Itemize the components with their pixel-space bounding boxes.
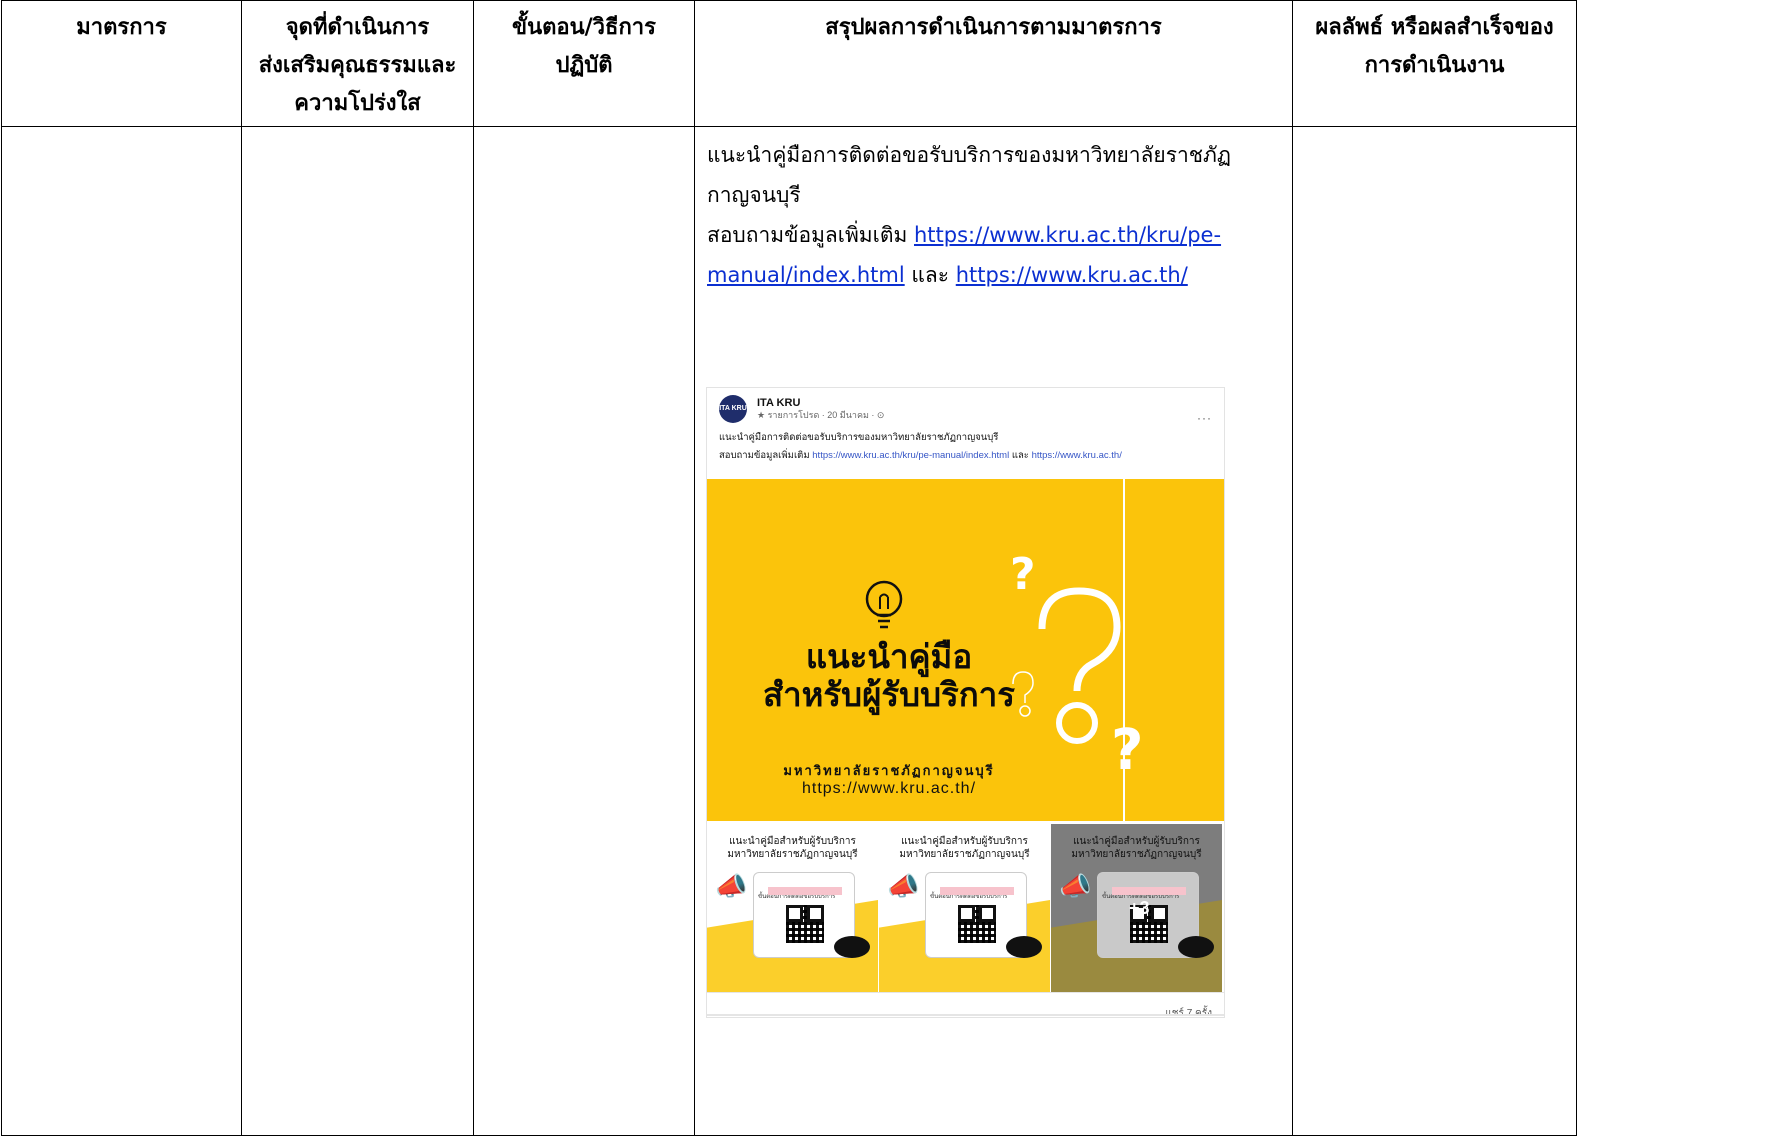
megaphone-icon: 📣	[715, 871, 748, 901]
cell-result	[1292, 126, 1577, 1136]
question-marks-decoration: ? ?	[1010, 549, 1143, 783]
header-result: ผลลัพธ์ หรือผลสำเร็จของ การดำเนินงาน	[1292, 0, 1577, 127]
thumbnail-1[interactable]: แนะนำคู่มือสำหรับผู้รับบริการ มหาวิทยาลั…	[707, 824, 878, 992]
summary-more-info: สอบถามข้อมูลเพิ่มเติม https://www.kru.ac…	[707, 223, 1222, 247]
megaphone-icon: 📣	[887, 871, 920, 901]
facebook-post-screenshot: ITA KRU ITA KRU ★ รายการโปรด · 20 มีนาคม…	[706, 387, 1225, 1018]
post-meta: ★ รายการโปรด · 20 มีนาคม · ⊙	[757, 410, 885, 420]
manual-link-cont[interactable]: manual/index.html	[707, 263, 905, 287]
post-header: ITA KRU ITA KRU ★ รายการโปรด · 20 มีนาคม…	[707, 388, 1224, 476]
header-summary: สรุปผลการดำเนินการตามมาตรการ	[694, 0, 1293, 127]
more-options-icon: ···	[1197, 411, 1212, 425]
header-location: จุดที่ดำเนินการ ส่งเสริมคุณธรรมและ ความโ…	[241, 0, 474, 127]
svg-text:?: ?	[1010, 549, 1036, 600]
page-avatar: ITA KRU	[719, 395, 747, 423]
header-row: มาตรการ จุดที่ดำเนินการ ส่งเสริมคุณธรรมแ…	[1, 0, 1577, 127]
qr-code	[786, 905, 824, 943]
megaphone-icon: 📣	[1059, 871, 1092, 901]
post-banner-image: แนะนำคู่มือ สำหรับผู้รับบริการ มหาวิทยาล…	[707, 479, 1224, 821]
more-photos-overlay: +3	[1129, 898, 1150, 918]
homepage-link[interactable]: https://www.kru.ac.th/	[956, 263, 1188, 287]
header-measure: มาตรการ	[1, 0, 242, 127]
summary-links-line: manual/index.html และ https://www.kru.ac…	[707, 263, 1188, 287]
svg-text:?: ?	[1111, 718, 1143, 783]
post-caption-links: สอบถามข้อมูลเพิ่มเติม https://www.kru.ac…	[719, 450, 1122, 461]
post-caption: แนะนำคู่มือการติดต่อขอรับบริการของมหาวิท…	[719, 432, 999, 443]
cell-summary: แนะนำคู่มือการติดต่อขอรับบริการของมหาวิท…	[694, 126, 1293, 1136]
thumbnail-3[interactable]: แนะนำคู่มือสำหรับผู้รับบริการ มหาวิทยาลั…	[1051, 824, 1222, 992]
document-table: มาตรการ จุดที่ดำเนินการ ส่งเสริมคุณธรรมแ…	[1, 0, 1577, 1136]
cell-measure	[1, 126, 242, 1136]
thumbnail-2[interactable]: แนะนำคู่มือสำหรับผู้รับบริการ มหาวิทยาลั…	[879, 824, 1050, 992]
body-row: แนะนำคู่มือการติดต่อขอรับบริการของมหาวิท…	[1, 126, 1577, 1136]
summary-line2: กาญจนบุรี	[707, 183, 801, 207]
manual-link[interactable]: https://www.kru.ac.th/kru/pe-	[914, 223, 1221, 247]
summary-line1: แนะนำคู่มือการติดต่อขอรับบริการของมหาวิท…	[707, 143, 1231, 167]
header-procedure: ขั้นตอน/วิธีการ ปฏิบัติ	[473, 0, 695, 127]
post-thumbnails: แนะนำคู่มือสำหรับผู้รับบริการ มหาวิทยาลั…	[707, 824, 1224, 992]
page-name: ITA KRU	[757, 397, 801, 409]
cell-location	[241, 126, 474, 1136]
cell-procedure	[473, 126, 695, 1136]
qr-code	[958, 905, 996, 943]
